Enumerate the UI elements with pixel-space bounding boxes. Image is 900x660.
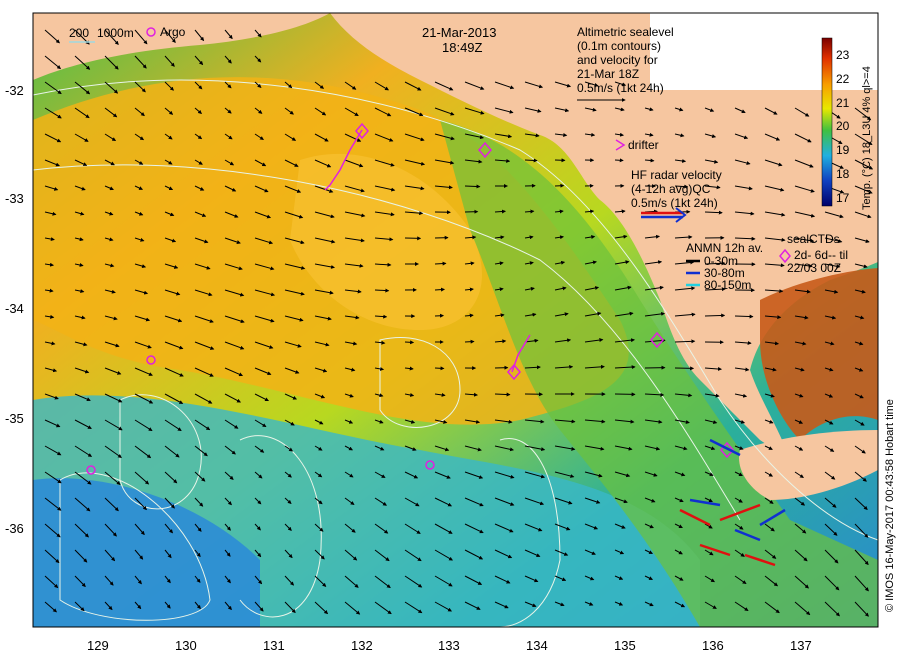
velocity-arrow — [404, 340, 415, 345]
velocity-arrow — [434, 366, 445, 371]
velocity-arrow — [614, 158, 624, 163]
altimetry-line-1: Altimetric sealevel — [577, 25, 674, 39]
scale-bar-legend: 200 1000m — [69, 26, 134, 43]
map-time: 18:49Z — [442, 40, 483, 55]
drifter-legend-label: drifter — [628, 138, 659, 152]
anmn-label-2: 80-150m — [704, 278, 751, 292]
velocity-arrow — [704, 210, 723, 215]
hf-radar-line-1: HF radar velocity — [631, 168, 722, 182]
altimetry-line-2: (0.1m contours) — [577, 39, 661, 53]
altimetry-line-3: and velocity for — [577, 53, 658, 67]
map-date: 21-Mar-2013 — [422, 25, 496, 40]
colorbar-tick-19: 19 — [836, 143, 850, 157]
colorbar-tick-22: 22 — [836, 72, 850, 86]
y-tick-label: -34 — [5, 301, 24, 316]
velocity-arrow — [494, 392, 511, 397]
argo-legend-label: Argo — [160, 25, 186, 39]
colorbar-tick-21: 21 — [836, 96, 850, 110]
x-tick-label: 137 — [790, 638, 812, 653]
velocity-arrow — [524, 158, 538, 163]
credit-text: © IMOS 16-May-2017 00:43:58 Hobart time — [884, 399, 896, 612]
colorbar-tick-20: 20 — [836, 119, 850, 133]
y-tick-label: -36 — [5, 521, 24, 536]
x-tick-label: 129 — [87, 638, 109, 653]
y-tick-label: -35 — [5, 411, 24, 426]
sst-map: 21-Mar-2013 18:49Z 200 1000m Argo Altime… — [5, 12, 896, 653]
x-tick-label: 135 — [614, 638, 636, 653]
seal-ctd-line-2: 2d- 6d-- til — [794, 248, 848, 262]
velocity-arrow — [704, 313, 726, 318]
velocity-arrow — [434, 261, 447, 266]
anmn-title: ANMN 12h av. — [686, 241, 763, 255]
hf-radar-line-2: (4-12h avg)QC — [631, 182, 711, 196]
x-tick-label: 130 — [175, 638, 197, 653]
colorbar-gradient — [821, 37, 833, 207]
hf-radar-line-3: 0.5m/s (1kt 24h) — [631, 196, 718, 210]
seal-ctd-line-3: 22/03 00Z — [787, 261, 841, 275]
velocity-arrow — [464, 184, 481, 189]
x-tick-label: 134 — [526, 638, 548, 653]
x-tick-label: 131 — [263, 638, 285, 653]
scale-label-1000: 1000m — [97, 26, 134, 40]
velocity-arrow — [434, 287, 445, 292]
x-tick-label: 132 — [351, 638, 373, 653]
y-tick-label: -32 — [5, 83, 24, 98]
colorbar-tick-23: 23 — [836, 48, 850, 62]
altimetry-line-4: 21-Mar 18Z — [577, 67, 639, 81]
velocity-arrow — [374, 288, 390, 293]
velocity-arrow — [494, 209, 506, 214]
y-tick-label: -33 — [5, 191, 24, 206]
colorbar-tick-17: 17 — [836, 191, 850, 205]
x-axis: 129 130 131 132 133 134 135 136 137 — [87, 638, 812, 653]
velocity-arrow — [464, 339, 475, 344]
x-tick-label: 133 — [438, 638, 460, 653]
y-axis: -32 -33 -34 -35 -36 — [5, 83, 24, 536]
seal-ctd-line-1: sealCTDs — [787, 232, 840, 246]
altimetry-line-5: 0.5m/s (1kt 24h) — [577, 81, 664, 95]
x-tick-label: 136 — [702, 638, 724, 653]
plot-area — [32, 13, 879, 628]
scale-label-200: 200 — [69, 26, 89, 40]
colorbar-tick-18: 18 — [836, 167, 850, 181]
velocity-arrow — [734, 314, 754, 319]
colorbar-title: Temp. (°C) 18_L3U 4% ql>=4 — [861, 66, 873, 210]
